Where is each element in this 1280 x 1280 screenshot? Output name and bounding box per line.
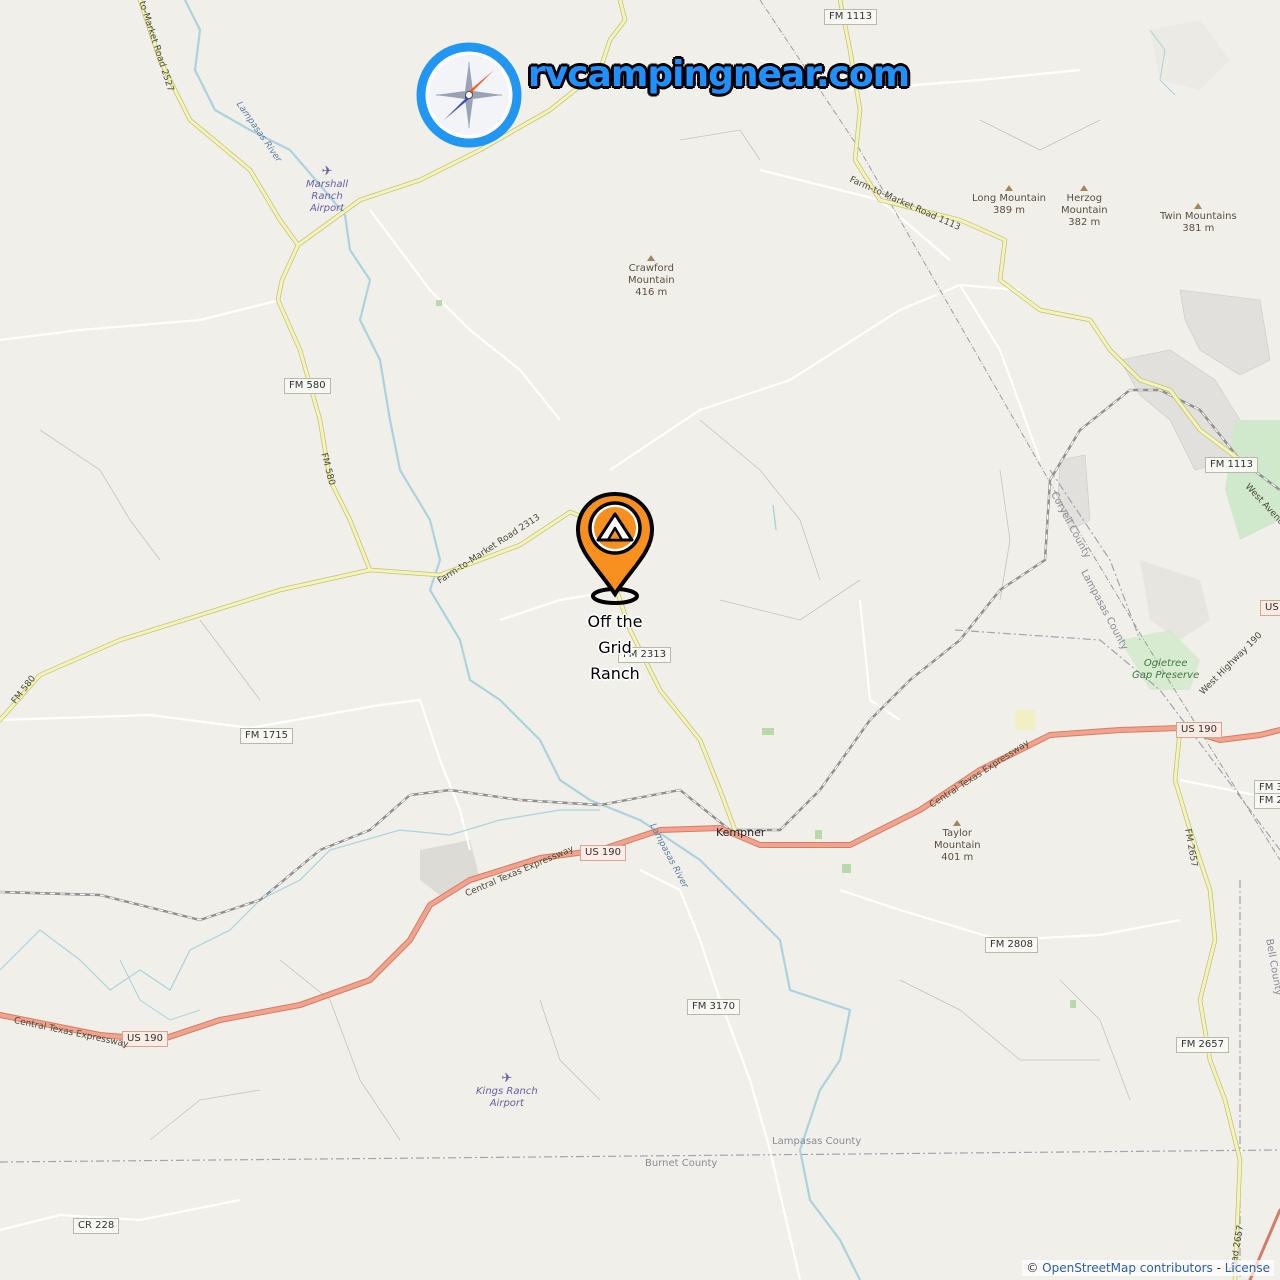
airplane-icon: ✈	[321, 164, 333, 179]
peak-icon	[953, 820, 962, 826]
peak-long-mountain: Long Mountain 389 m	[972, 185, 1046, 217]
road-shield-fm580: FM 580	[284, 378, 331, 394]
road-shield-us190: US 190	[122, 1031, 168, 1047]
peak-icon	[1080, 185, 1089, 191]
green-patches	[436, 300, 1076, 1008]
county-label-lampasas: Lampasas County	[772, 1136, 862, 1147]
peak-taylor-mountain: Taylor Mountain 401 m	[934, 820, 981, 864]
copyright-symbol: ©	[1026, 1261, 1043, 1275]
license-link[interactable]: License	[1225, 1261, 1270, 1275]
peak-crawford-mountain: Crawford Mountain 416 m	[628, 255, 675, 299]
peak-icon	[1004, 185, 1013, 191]
road-shield-fm3170: FM 3170	[687, 999, 741, 1015]
road-shield-fm2808: FM 2808	[985, 937, 1039, 953]
primary-roads	[0, 725, 1280, 1280]
road-shield-fm-edge: FM 2	[1254, 793, 1280, 809]
brand-text: rvcampingnear.com	[528, 54, 910, 95]
road-shield-us190: US 190	[580, 845, 626, 861]
peak-herzog-mountain: Herzog Mountain 382 m	[1061, 185, 1108, 229]
map-canvas[interactable]: FM 1113 FM 580 FM 2313 FM 1715 US 190 US…	[0, 0, 1280, 1280]
place-label-kempner: Kempner	[716, 826, 766, 839]
road-shield-us190: US 190	[1176, 722, 1222, 738]
park-label-ogletree-gap-preserve: Ogletree Gap Preserve	[1132, 658, 1200, 681]
road-shield-cr228: CR 228	[73, 1218, 120, 1234]
brand-logo[interactable]: rvcampingnear.com	[414, 40, 910, 152]
road-shield-fm1113: FM 1113	[1205, 457, 1259, 473]
road-shield-fm1113: FM 1113	[824, 9, 878, 25]
county-label-burnet: Burnet County	[645, 1158, 718, 1169]
airport-kings-ranch: ✈ Kings Ranch Airport	[476, 1071, 538, 1110]
peak-twin-mountains: Twin Mountains 381 m	[1160, 203, 1237, 235]
road-shield-us-edge: US	[1260, 600, 1280, 616]
attribution-separator: -	[1212, 1261, 1225, 1275]
camping-tent-pin-icon[interactable]	[574, 490, 656, 608]
map-attribution: © OpenStreetMap contributors - License	[1022, 1260, 1274, 1276]
peak-icon	[647, 255, 656, 261]
road-shield-fm2657: FM 2657	[1176, 1037, 1230, 1053]
road-shield-fm1715: FM 1715	[240, 728, 294, 744]
osm-contributors-link[interactable]: OpenStreetMap contributors	[1042, 1261, 1213, 1275]
airport-marshall-ranch: ✈ Marshall Ranch Airport	[306, 164, 349, 215]
compass-icon	[416, 42, 522, 148]
marker-label[interactable]: Off the Grid Ranch	[555, 609, 675, 687]
airplane-icon: ✈	[501, 1071, 513, 1086]
peak-icon	[1194, 203, 1203, 209]
